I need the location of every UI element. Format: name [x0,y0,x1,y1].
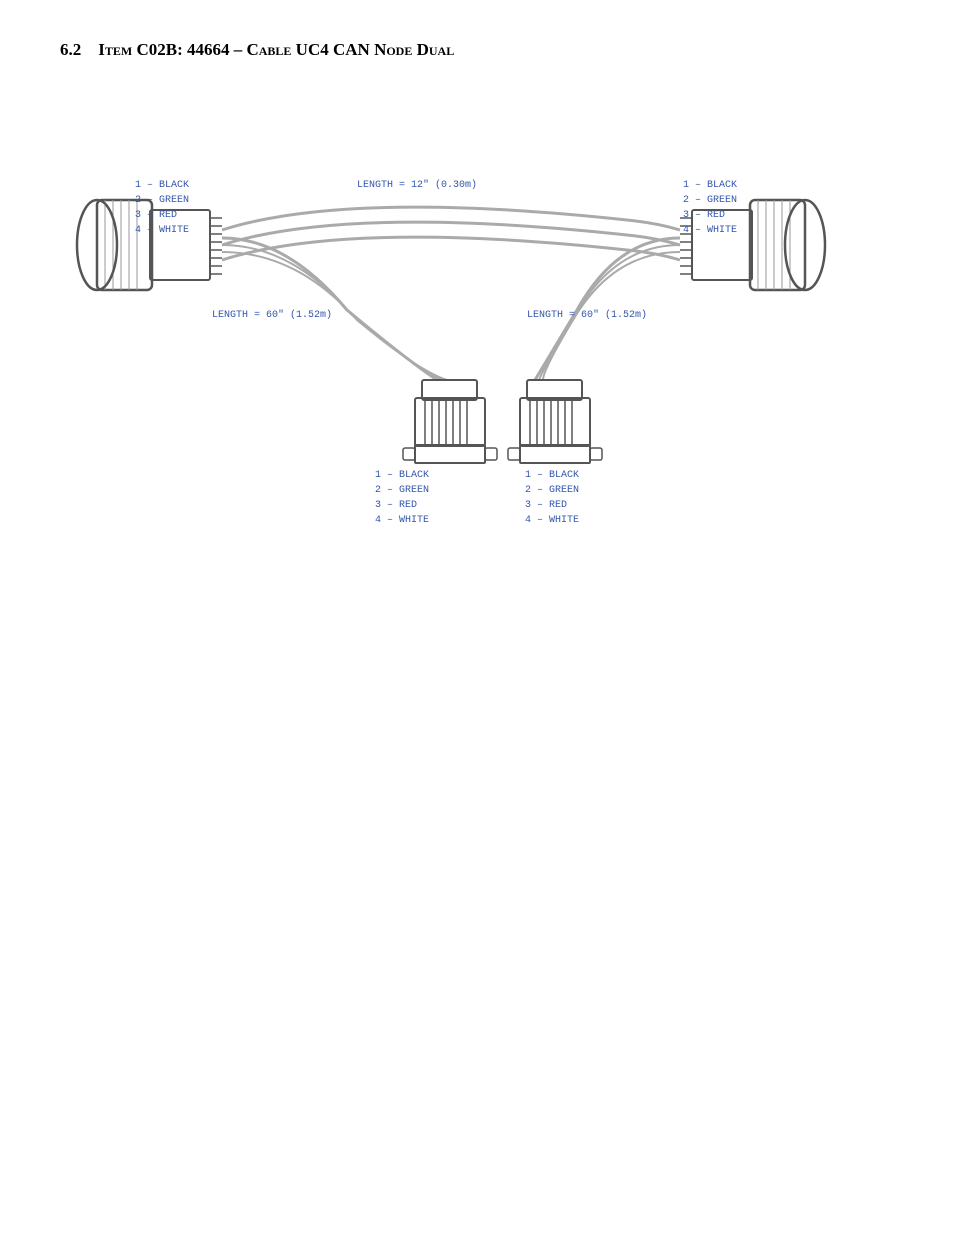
bottom-left-connector-labels: 1 – BLACK 2 – GREEN 3 – RED 4 – WHITE [375,468,429,528]
bottom-right-connector-labels: 1 – BLACK 2 – GREEN 3 – RED 4 – WHITE [525,468,579,528]
section-title: 6.2 Item C02B: 44664 – Cable UC4 CAN Nod… [60,40,894,60]
section-number: 6.2 [60,40,81,59]
left-connector-labels: 1 – BLACK 2 – GREEN 3 – RED 4 – WHITE [135,178,189,238]
left-label-2: 2 – GREEN [135,193,189,208]
bottom-left-label-2: 2 – GREEN [375,483,429,498]
left-label-4: 4 – WHITE [135,223,189,238]
diagram-container: LENGTH = 12" (0.30m) 1 – BLACK 2 – GREEN… [67,90,887,510]
bottom-left-label-4: 4 – WHITE [375,513,429,528]
length-top-label: LENGTH = 12" (0.30m) [357,178,477,193]
bottom-right-label-3: 3 – RED [525,498,579,513]
right-label-2: 2 – GREEN [683,193,737,208]
bottom-left-label-1: 1 – BLACK [375,468,429,483]
left-label-3: 3 – RED [135,208,189,223]
bottom-left-label-3: 3 – RED [375,498,429,513]
cable-diagram-svg [67,90,887,510]
bottom-right-label-1: 1 – BLACK [525,468,579,483]
right-label-1: 1 – BLACK [683,178,737,193]
page: 6.2 Item C02B: 44664 – Cable UC4 CAN Nod… [0,0,954,1235]
right-label-4: 4 – WHITE [683,223,737,238]
right-label-3: 3 – RED [683,208,737,223]
left-label-1: 1 – BLACK [135,178,189,193]
right-connector-labels: 1 – BLACK 2 – GREEN 3 – RED 4 – WHITE [683,178,737,238]
bottom-right-label-2: 2 – GREEN [525,483,579,498]
length-left-label: LENGTH = 60" (1.52m) [212,308,332,323]
bottom-right-label-4: 4 – WHITE [525,513,579,528]
length-right-label: LENGTH = 60" (1.52m) [527,308,647,323]
section-heading: Item C02B: 44664 – Cable UC4 CAN Node Du… [98,40,454,59]
